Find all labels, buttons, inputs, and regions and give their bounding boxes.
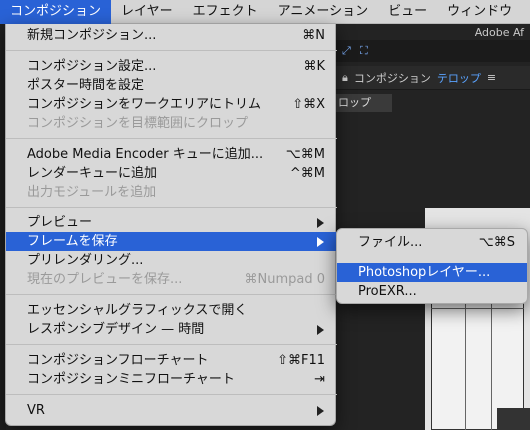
menu-item-add-to-ame[interactable]: Adobe Media Encoder キューに追加... ⌥⌘M [6, 145, 337, 164]
composition-panel-header: 🔒︎ コンポジション テロップ ≡ [330, 66, 530, 90]
menu-item-shortcut: ⌘Numpad 0 [244, 272, 325, 287]
menu-item-shortcut: ⌘K [303, 59, 325, 74]
menu-item-responsive-design[interactable]: レスポンシブデザイン — 時間 [6, 320, 337, 339]
menu-item-label: コンポジション設定... [27, 59, 157, 74]
submenu-item-photoshop-layers[interactable]: Photoshopレイヤー... [337, 263, 527, 282]
submenu-item-file[interactable]: ファイル... ⌥⌘S [337, 233, 527, 252]
panel-menu-icon[interactable]: ≡ [487, 71, 496, 84]
app-title: Adobe Af [474, 26, 524, 39]
menu-item-shortcut: ⌥⌘S [478, 235, 515, 250]
menu-item-label: 現在のプレビューを保存... [27, 272, 183, 287]
menu-item-label: エッセンシャルグラフィックスで開く [27, 303, 248, 318]
menu-bar: コンポジション レイヤー エフェクト アニメーション ビュー ウィンドウ ヘ [0, 0, 530, 24]
expand-icon[interactable]: ⤢ [342, 44, 351, 58]
menu-separator [6, 344, 337, 345]
menu-item-shortcut: ⇧⌘F11 [277, 353, 325, 368]
menu-item-add-output-module: 出力モジュールを追加 [6, 183, 337, 202]
menu-item-label: プリレンダリング... [27, 253, 144, 268]
submenu-arrow-icon [317, 218, 324, 228]
menu-item-label: ポスター時間を設定 [27, 78, 145, 93]
menu-item-crop-comp: コンポジションを目標範囲にクロップ [6, 114, 337, 133]
menu-item-shortcut: ⇧⌘X [292, 97, 325, 112]
menu-item-label: レンダーキューに追加 [27, 166, 158, 181]
menu-item-shortcut: ⌥⌘M [285, 147, 325, 162]
menu-item-composition-settings[interactable]: コンポジション設定... ⌘K [6, 57, 337, 76]
menu-item-mini-flowchart[interactable]: コンポジションミニフローチャート ⇥ [6, 370, 337, 389]
menu-item-shortcut: ^⌘M [289, 166, 325, 181]
menu-item-label: Photoshopレイヤー... [358, 265, 491, 280]
menu-separator [6, 50, 337, 51]
menu-item-save-current-preview: 現在のプレビューを保存... ⌘Numpad 0 [6, 270, 337, 289]
composition-tab[interactable]: ロップ [330, 94, 392, 112]
guide-line [431, 308, 524, 309]
menu-item-label: 新規コンポジション... [27, 28, 157, 43]
menubar-help[interactable]: ヘ [522, 0, 530, 24]
menu-separator [6, 138, 337, 139]
menu-item-label: Adobe Media Encoder キューに追加... [27, 147, 264, 162]
composition-menu: 新規コンポジション... ⌘N コンポジション設定... ⌘K ポスター時間を設… [5, 24, 337, 426]
menu-item-label: 出力モジュールを追加 [27, 185, 157, 200]
submenu-item-proexr[interactable]: ProEXR... [337, 282, 527, 301]
menu-item-label: レスポンシブデザイン — 時間 [27, 322, 205, 337]
menubar-composition[interactable]: コンポジション [0, 0, 112, 24]
menubar-view[interactable]: ビュー [378, 0, 437, 24]
menubar-effect[interactable]: エフェクト [183, 0, 268, 24]
menubar-animation[interactable]: アニメーション [268, 0, 378, 24]
menu-item-essential-graphics[interactable]: エッセンシャルグラフィックスで開く [6, 301, 337, 320]
menu-item-label: コンポジションをワークエリアにトリム [27, 97, 262, 112]
menu-item-label: VR [27, 403, 45, 418]
menu-item-prerender[interactable]: プリレンダリング... [6, 251, 337, 270]
menu-separator [6, 394, 337, 395]
dark-region [497, 408, 530, 430]
panel-title-prefix: コンポジション [353, 71, 431, 85]
menu-item-label: コンポジションミニフローチャート [27, 372, 235, 387]
menu-separator [6, 294, 337, 295]
menu-item-preview[interactable]: プレビュー [6, 213, 337, 232]
menu-item-new-composition[interactable]: 新規コンポジション... ⌘N [6, 26, 337, 45]
menu-item-vr[interactable]: VR [6, 401, 337, 420]
menu-item-shortcut: ⇥ [314, 372, 325, 387]
menu-item-poster-time[interactable]: ポスター時間を設定 [6, 76, 337, 95]
lock-icon[interactable]: 🔒︎ [342, 71, 348, 85]
panel-title-name[interactable]: テロップ [437, 70, 481, 86]
submenu-arrow-icon [317, 325, 324, 335]
menubar-window[interactable]: ウィンドウ [437, 0, 522, 24]
snap-icon[interactable]: ⛶ [360, 44, 368, 58]
menu-item-label: プレビュー [27, 215, 93, 230]
menu-item-save-frame[interactable]: フレームを保存 [6, 232, 337, 251]
save-frame-submenu: ファイル... ⌥⌘S Photoshopレイヤー... ProEXR... [336, 228, 528, 304]
menu-item-shortcut: ⌘N [302, 28, 325, 43]
menu-item-trim-comp[interactable]: コンポジションをワークエリアにトリム ⇧⌘X [6, 95, 337, 114]
menu-item-flowchart[interactable]: コンポジションフローチャート ⇧⌘F11 [6, 351, 337, 370]
menu-item-add-to-render-queue[interactable]: レンダーキューに追加 ^⌘M [6, 164, 337, 183]
menu-item-label: コンポジションフローチャート [27, 353, 209, 368]
menu-item-label: ProEXR... [358, 284, 417, 299]
menubar-layer[interactable]: レイヤー [111, 0, 183, 24]
menu-item-label: フレームを保存 [27, 234, 118, 249]
submenu-arrow-icon [317, 406, 324, 416]
menu-separator [6, 207, 337, 208]
submenu-arrow-icon [317, 237, 324, 247]
menu-item-label: ファイル... [358, 235, 423, 250]
menu-item-label: コンポジションを目標範囲にクロップ [27, 116, 249, 131]
